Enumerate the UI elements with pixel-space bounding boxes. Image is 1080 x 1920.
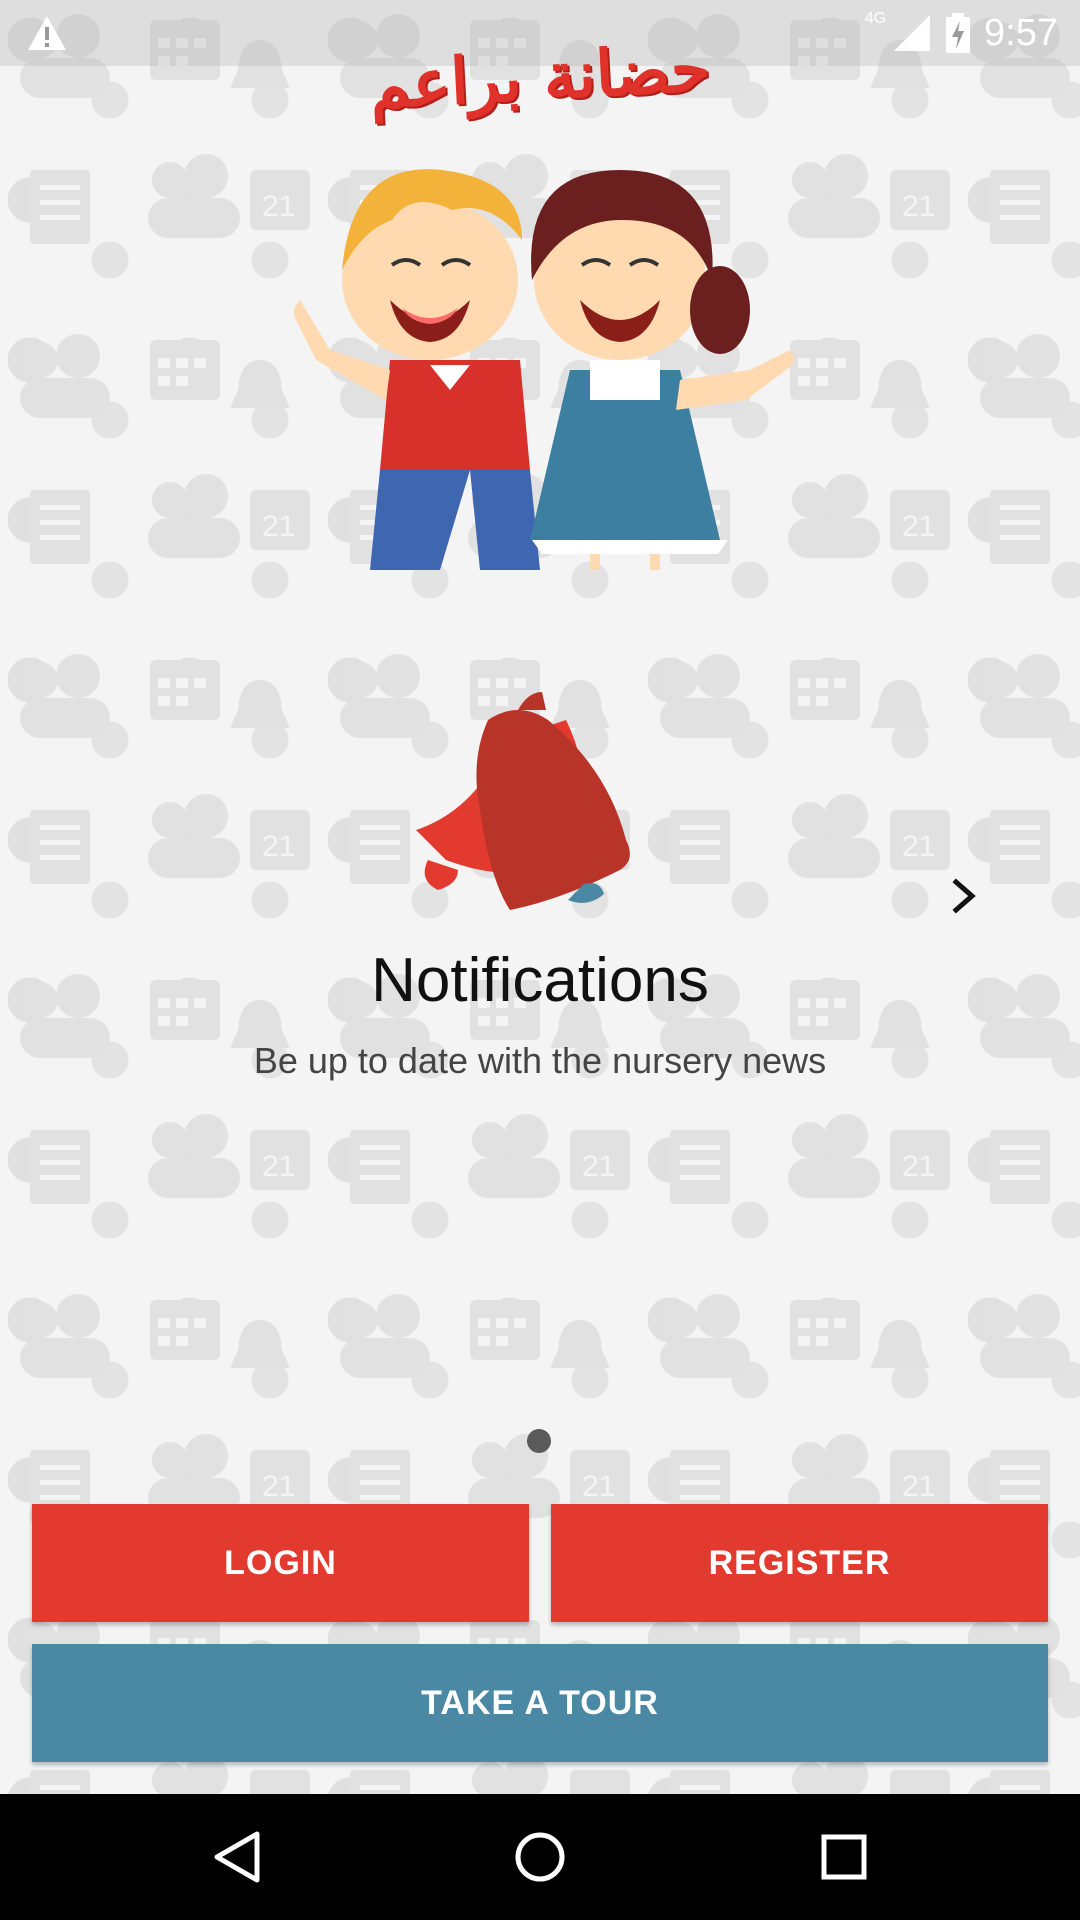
register-button[interactable]: REGISTER bbox=[551, 1504, 1048, 1622]
login-button[interactable]: LOGIN bbox=[32, 1504, 529, 1622]
hero: حضانة براعم bbox=[270, 31, 810, 570]
take-a-tour-button[interactable]: TAKE A TOUR bbox=[32, 1644, 1048, 1762]
kids-illustration bbox=[293, 169, 795, 570]
slide-subtitle: Be up to date with the nursery news bbox=[253, 1040, 827, 1081]
warning-icon bbox=[28, 16, 66, 50]
boy-figure bbox=[293, 169, 540, 570]
battery-charging-icon bbox=[946, 13, 971, 53]
navigation-bar bbox=[0, 1794, 1080, 1920]
slide-title: Notifications bbox=[371, 946, 709, 1015]
clock: 9:57 bbox=[984, 11, 1058, 54]
home-icon[interactable] bbox=[505, 1822, 575, 1892]
girl-figure bbox=[530, 170, 795, 570]
recents-icon[interactable] bbox=[809, 1822, 879, 1892]
status-left bbox=[26, 14, 68, 52]
back-icon[interactable] bbox=[203, 1822, 273, 1892]
network-type: 4G bbox=[864, 10, 887, 27]
signal-icon bbox=[894, 15, 931, 51]
page-indicator-dot bbox=[527, 1429, 551, 1453]
chevron-right-icon[interactable] bbox=[948, 876, 982, 916]
bell-icon bbox=[416, 692, 630, 910]
status-right: 4G 9:57 bbox=[864, 10, 1058, 55]
